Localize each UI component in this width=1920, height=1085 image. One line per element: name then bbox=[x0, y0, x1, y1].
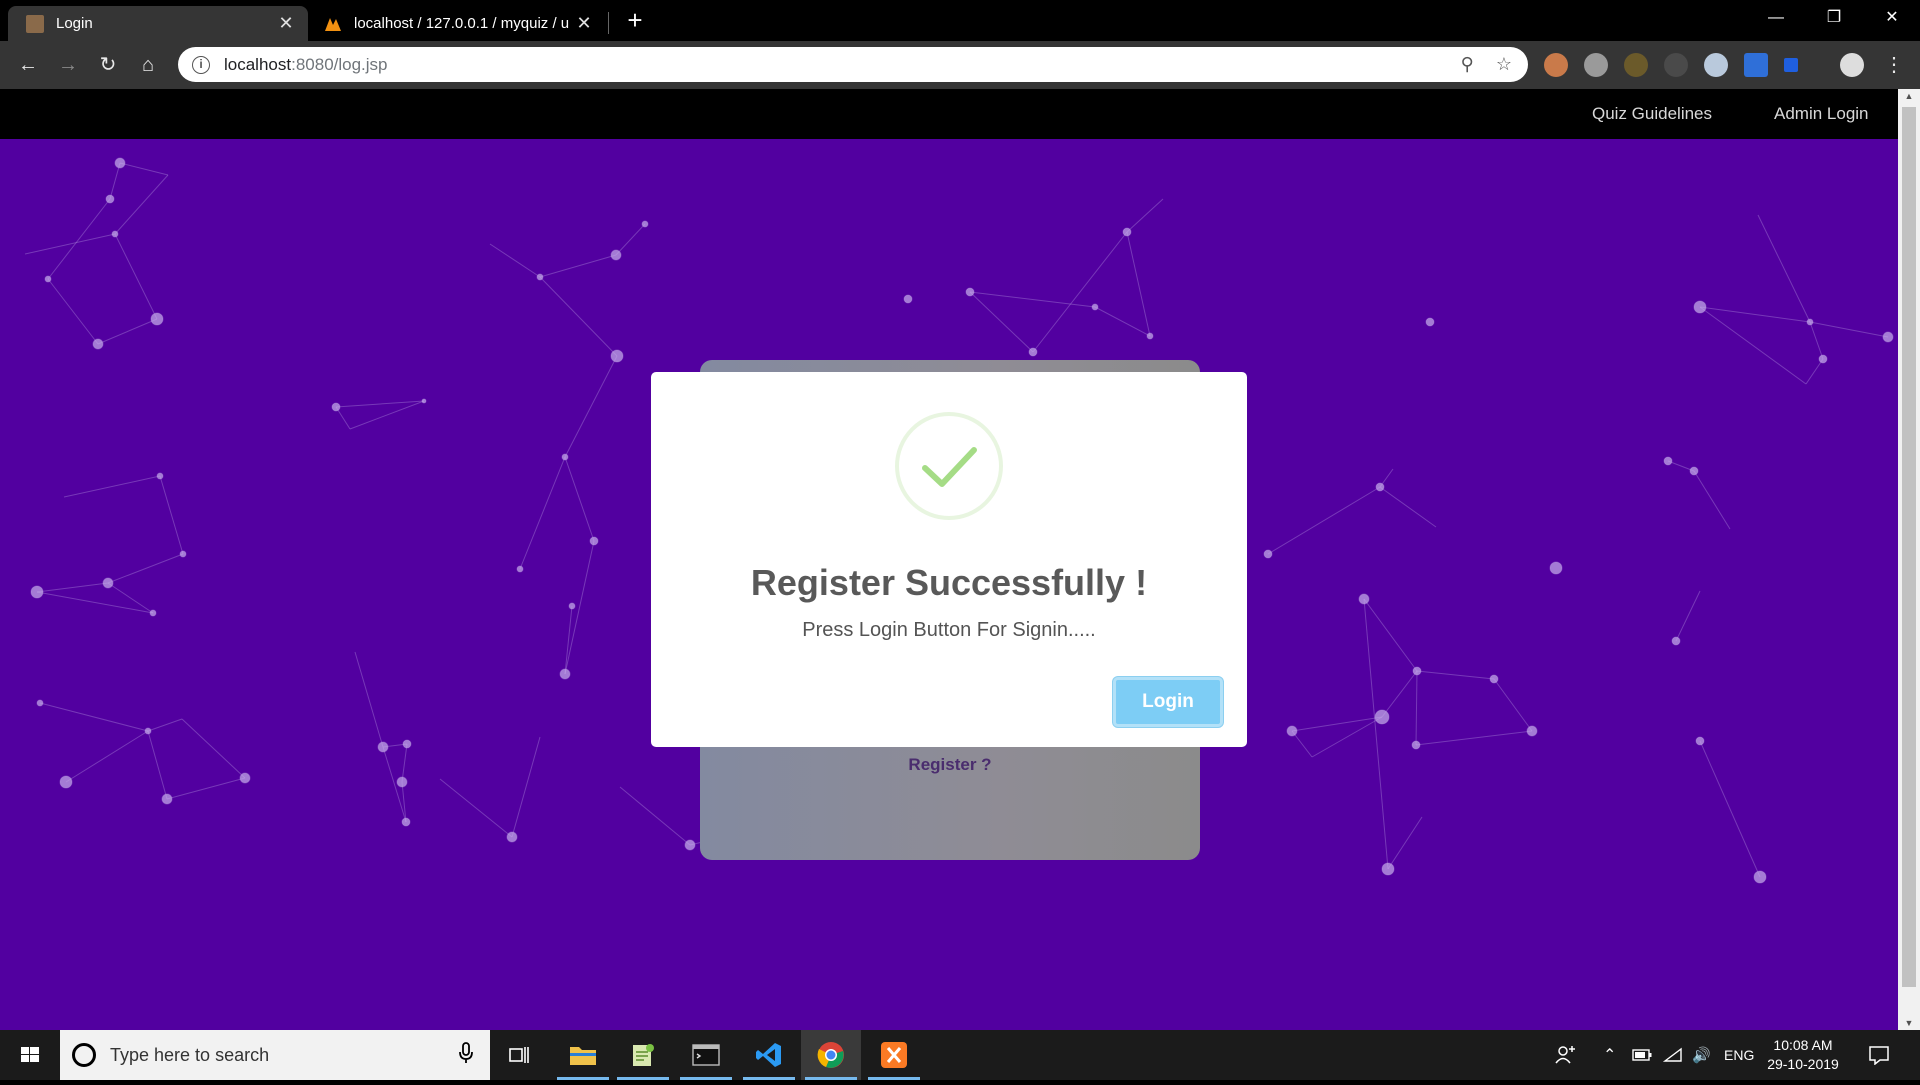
windows-taskbar: Type here to search ⌃ 🔊 ENG 10:08 AM 29-… bbox=[0, 1030, 1920, 1080]
extension-icon[interactable] bbox=[1544, 53, 1568, 77]
nav-admin-login[interactable]: Admin Login bbox=[1774, 104, 1869, 124]
windows-start-icon[interactable] bbox=[0, 1030, 60, 1080]
profile-avatar[interactable] bbox=[1840, 53, 1864, 77]
modal-message: Press Login Button For Signin..... bbox=[802, 619, 1096, 641]
tab-phpmyadmin[interactable]: localhost / 127.0.0.1 / myquiz / u ✕ bbox=[316, 6, 606, 41]
home-icon[interactable]: ⌂ bbox=[134, 51, 162, 79]
command-prompt-icon[interactable] bbox=[676, 1030, 736, 1080]
register-link[interactable]: Register ? bbox=[700, 755, 1200, 775]
show-hidden-icons-icon[interactable]: ⌃ bbox=[1603, 1030, 1616, 1080]
clock-date: 29-10-2019 bbox=[1767, 1056, 1839, 1072]
scroll-up-icon[interactable]: ▲ bbox=[1898, 91, 1920, 101]
scrollbar-thumb[interactable] bbox=[1902, 107, 1916, 987]
tab-title: Login bbox=[56, 15, 93, 32]
cortana-icon bbox=[72, 1043, 96, 1067]
battery-icon[interactable] bbox=[1632, 1030, 1652, 1080]
gear-extension-icon[interactable] bbox=[1584, 53, 1608, 77]
page-favicon-icon bbox=[26, 14, 44, 33]
action-center-icon[interactable] bbox=[1868, 1030, 1890, 1080]
back-arrow-icon[interactable]: ← bbox=[14, 51, 42, 79]
wifi-icon[interactable] bbox=[1663, 1030, 1683, 1080]
menu-kebab-icon[interactable]: ⋮ bbox=[1880, 51, 1908, 79]
browser-toolbar: ← → ↻ ⌂ i localhost:8080/log.jsp ⚲ ☆ ⋮ bbox=[0, 41, 1920, 89]
browser-tab-strip: Login ✕ localhost / 127.0.0.1 / myquiz /… bbox=[0, 0, 1920, 41]
circle-extension-icon[interactable] bbox=[1704, 53, 1728, 77]
chrome-icon[interactable] bbox=[801, 1030, 861, 1080]
forward-arrow-icon[interactable]: → bbox=[54, 51, 82, 79]
close-icon[interactable]: ✕ bbox=[574, 13, 594, 34]
url-text[interactable]: localhost:8080/log.jsp bbox=[224, 55, 388, 75]
tab-title: localhost / 127.0.0.1 / myquiz / u bbox=[354, 15, 570, 32]
square-extension-icon[interactable] bbox=[1784, 58, 1798, 72]
recycle-extension-icon[interactable] bbox=[1664, 53, 1688, 77]
bookmark-star-icon[interactable]: ☆ bbox=[1496, 54, 1512, 75]
new-tab-button[interactable]: + bbox=[620, 6, 650, 36]
tab-separator bbox=[608, 12, 609, 34]
language-indicator[interactable]: ENG bbox=[1724, 1030, 1754, 1080]
taskbar-clock[interactable]: 10:08 AM 29-10-2019 bbox=[1760, 1036, 1846, 1074]
success-check-icon bbox=[895, 412, 1003, 520]
window-close-icon[interactable]: ✕ bbox=[1864, 0, 1920, 36]
close-icon[interactable]: ✕ bbox=[276, 13, 296, 34]
pen-extension-icon[interactable] bbox=[1744, 53, 1768, 77]
file-explorer-icon[interactable] bbox=[553, 1030, 613, 1080]
login-button[interactable]: Login bbox=[1113, 677, 1223, 727]
tab-login[interactable]: Login ✕ bbox=[8, 6, 308, 41]
page-scrollbar[interactable]: ▲ ▼ bbox=[1898, 89, 1920, 1030]
phpmyadmin-favicon-icon bbox=[324, 15, 342, 33]
nav-quiz-guidelines[interactable]: Quiz Guidelines bbox=[1592, 104, 1712, 124]
notepad-plus-icon[interactable] bbox=[613, 1030, 673, 1080]
success-modal: Register Successfully ! Press Login Butt… bbox=[651, 372, 1247, 747]
people-icon[interactable] bbox=[1555, 1030, 1577, 1080]
clock-time: 10:08 AM bbox=[1773, 1037, 1833, 1053]
reload-icon[interactable]: ↻ bbox=[94, 51, 122, 79]
key-icon[interactable]: ⚲ bbox=[1461, 54, 1474, 75]
page-viewport: Quiz Guidelines Admin Login Register ? R… bbox=[0, 89, 1898, 1030]
site-navbar: Quiz Guidelines Admin Login bbox=[0, 89, 1898, 139]
site-info-icon[interactable]: i bbox=[192, 55, 210, 74]
scroll-down-icon[interactable]: ▼ bbox=[1898, 1018, 1920, 1028]
vscode-icon[interactable] bbox=[739, 1030, 799, 1080]
java-extension-icon[interactable] bbox=[1624, 53, 1648, 77]
minimize-icon[interactable]: — bbox=[1748, 0, 1804, 36]
search-placeholder: Type here to search bbox=[110, 1044, 270, 1065]
microphone-icon[interactable] bbox=[458, 1041, 474, 1069]
volume-icon[interactable]: 🔊 bbox=[1692, 1030, 1711, 1080]
xampp-icon[interactable] bbox=[864, 1030, 924, 1080]
restore-icon[interactable]: ❐ bbox=[1806, 0, 1862, 36]
address-bar[interactable]: i localhost:8080/log.jsp ⚲ ☆ bbox=[178, 47, 1528, 82]
task-view-icon[interactable] bbox=[490, 1030, 550, 1080]
modal-title: Register Successfully ! bbox=[750, 562, 1148, 603]
taskbar-search-box[interactable]: Type here to search bbox=[60, 1030, 490, 1080]
